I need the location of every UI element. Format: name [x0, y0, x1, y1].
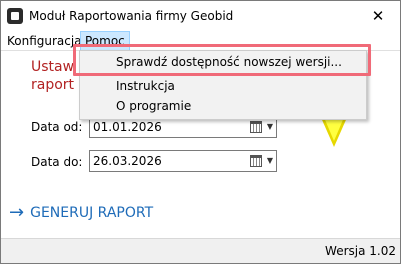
- highlight-box: [73, 44, 371, 76]
- app-icon: [7, 8, 23, 24]
- menu-item-o-programie[interactable]: O programie: [80, 96, 366, 116]
- title-bar: Moduł Raportowania firmy Geobid ✕: [1, 1, 400, 31]
- chevron-down-icon[interactable]: ▼: [267, 122, 273, 131]
- close-button[interactable]: ✕: [356, 1, 400, 31]
- menu-item-instrukcja[interactable]: Instrukcja: [80, 76, 366, 96]
- calendar-icon[interactable]: [250, 155, 262, 167]
- window-title: Moduł Raportowania firmy Geobid: [29, 9, 234, 23]
- status-bar: Wersja 1.02: [1, 238, 400, 263]
- date-to-picker[interactable]: 26.03.2026 ▼: [89, 150, 277, 172]
- date-to-value[interactable]: 26.03.2026: [93, 154, 162, 168]
- arrow-right-icon: →: [9, 202, 25, 223]
- date-to-label: Data do:: [31, 155, 83, 169]
- date-from-value[interactable]: 01.01.2026: [93, 120, 162, 134]
- generate-report-label[interactable]: GENERUJ RAPORT: [30, 205, 153, 221]
- date-from-label: Data od:: [31, 120, 83, 134]
- chevron-down-icon[interactable]: ▼: [267, 156, 273, 165]
- version-label: Wersja 1.02: [325, 244, 396, 258]
- generate-report-button[interactable]: → GENERUJ RAPORT: [9, 204, 153, 222]
- calendar-icon[interactable]: [250, 121, 262, 133]
- app-window: Moduł Raportowania firmy Geobid ✕ Konfig…: [0, 0, 401, 264]
